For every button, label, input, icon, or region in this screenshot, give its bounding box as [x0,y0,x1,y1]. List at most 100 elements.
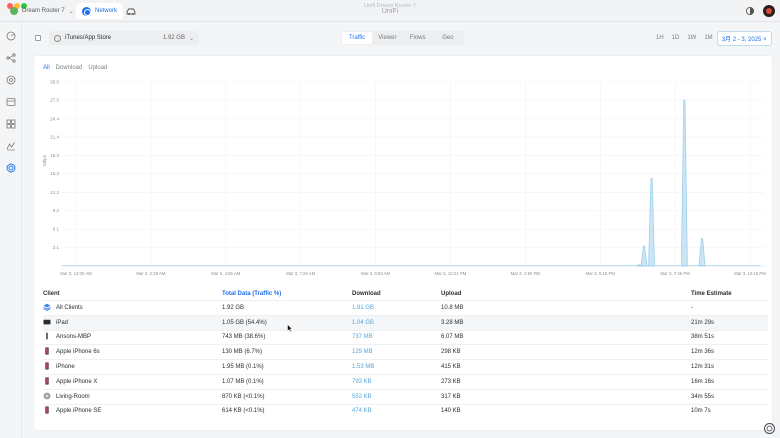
total-data-cell: 1.05 GB (54.4%) [222,319,267,326]
insights-icon[interactable] [6,163,16,173]
time-estimate-cell: 16m 16s [691,378,715,385]
speaker-icon [43,392,51,402]
traffic-spike [698,237,706,267]
filter-all[interactable]: All [43,65,50,71]
upload-cell: 3.28 MB [441,319,464,326]
x-tick-label: Mar 3, 5:18 PM [586,271,616,276]
app-store-icon [54,34,61,42]
download-cell: 474 KB [352,408,372,415]
x-tick-label: Mar 3, 12:21 PM [435,271,467,276]
application-size: 1.92 GB [162,35,185,41]
client-cell: Apple iPhone SE [43,406,101,416]
download-cell: 1.04 GB [352,319,375,326]
table-row[interactable]: iPhone 1.95 MB (0.1%) 1.53 MB 415 KB 12m 31s [43,359,768,374]
phone-icon [43,406,51,416]
upload-cell: 317 KB [441,393,461,400]
upload-cell: 415 KB [441,364,461,371]
time-estimate-cell: 12m 31s [691,364,715,371]
header-upload[interactable]: Upload [441,291,461,297]
download-cell: 793 KB [352,378,372,385]
table-header: Client Total Data (Traffic %) Download U… [43,288,768,300]
date-range-label: 3月 2 - 3, 2025 [721,36,762,43]
title-bar: Dream Router 7 ⌄ Network Unifi Dream Rou… [0,0,780,22]
avatar[interactable] [763,5,775,17]
header-download[interactable]: Download [352,291,381,297]
tab-traffic[interactable]: Traffic [342,32,373,44]
mouse-pointer-icon [287,324,293,332]
range-1m-button[interactable]: 1M [700,35,716,41]
help-button[interactable] [764,423,775,434]
phone-icon [43,362,51,372]
upload-cell: 10.8 MB [441,304,464,311]
clear-date-icon[interactable]: × [763,37,767,43]
statistics-icon[interactable] [6,141,16,151]
download-cell: 1.53 MB [352,364,375,371]
chevron-down-icon: ⌄ [188,35,194,42]
table-row[interactable]: Living-Room 870 KB (<0.1%) 552 KB 317 KB 34m… [43,388,768,404]
client-name: Apple iPhone X [56,378,98,385]
y-tick-label: 27.5 [50,98,59,103]
y-tick-label: 15.3 [50,171,59,176]
time-estimate-cell: 10m 7s [691,408,711,415]
header-total-data[interactable]: Total Data (Traffic %) [222,291,281,297]
table-row[interactable]: Apple iPhone 6s 130 MB (6.7%) 129 MB 298 KB… [43,344,768,359]
client-name: Apple iPhone SE [56,408,102,415]
x-tick-label: Mar 3, 2:50 PM [511,271,541,276]
application-name: iTunes/App Store [65,35,112,41]
y-tick-label: 3.1 [53,245,60,250]
table-row[interactable]: Apple iPhone SE 614 KB (<0.1%) 474 KB 140 K… [43,403,768,419]
time-estimate-cell: 38m 51s [691,334,715,341]
header-time-estimate[interactable]: Time Estimate [691,291,732,297]
total-data-cell: 743 MB (38.6%) [222,334,266,341]
total-data-cell: 870 KB (<0.1%) [222,393,265,400]
topology-icon[interactable] [6,53,16,63]
x-tick-label: Mar 3, 9:53 AM [361,271,391,276]
filter-upload[interactable]: Upload [88,65,107,71]
client-cell: Apple iPhone 6s [43,347,100,357]
client-cell: All Clients [43,303,83,313]
range-1d-button[interactable]: 1D [668,35,684,41]
application-select[interactable]: iTunes/App Store 1.92 GB ⌄ [49,31,199,45]
table-row[interactable]: iPad 1.05 GB (54.4%) 1.04 GB 3.28 MB 21m 29s [43,314,768,330]
time-estimate-cell: 34m 55s [691,393,715,400]
y-tick-label: 6.1 [53,227,60,232]
client-name: iPad [56,319,69,326]
tab-viewer[interactable]: Viewer [372,32,402,44]
range-1h-button[interactable]: 1H [652,35,668,41]
date-range-picker[interactable]: 3月 2 - 3, 2025 × [716,30,772,46]
client-cell: iPad [43,318,68,328]
traffic-spike [640,245,648,267]
phone-icon [43,347,51,357]
select-checkbox[interactable] [35,35,41,41]
direction-filters: All Download Upload [43,65,107,71]
range-1w-button[interactable]: 1W [683,35,700,41]
y-tick-label: 24.4 [50,116,59,121]
upload-cell: 140 KB [441,408,461,415]
download-cell: 129 MB [352,349,373,356]
download-cell: 1.91 GB [352,304,375,311]
table-row[interactable]: All Clients 1.92 GB 1.91 GB 10.8 MB - [43,300,768,315]
client-name: Ansons-MBP [56,334,92,341]
view-tabs: Traffic Viewer Flows Geo [341,31,464,45]
tab-flows[interactable]: Flows [403,32,433,44]
time-estimate-cell: 21m 29s [691,319,715,326]
total-data-cell: 1.07 MB (0.1%) [222,378,264,385]
header-client[interactable]: Client [43,291,60,297]
client-name: All Clients [56,304,83,311]
total-data-cell: 1.95 MB (0.1%) [222,364,264,371]
table-row[interactable]: Ansons-MBP 743 MB (38.6%) 737 MB 6.07 MB 38m… [43,329,768,345]
clients-icon[interactable] [6,97,16,107]
traffic-spike [680,99,688,267]
table-row[interactable]: Apple iPhone X 1.07 MB (0.1%) 793 KB 273 KB… [43,373,768,389]
devices-icon[interactable] [6,75,16,85]
time-range: 1H 1D 1W 1M 3月 2 - 3, 2025 × [652,30,772,46]
y-tick-label: 18.3 [50,153,59,158]
dashboard-icon[interactable] [6,31,16,41]
filter-download[interactable]: Download [56,65,83,71]
theme-toggle-icon[interactable] [745,6,755,16]
y-tick-label: 21.4 [50,134,59,139]
apps-grid-icon[interactable] [6,119,16,129]
tab-geo[interactable]: Geo [433,32,463,44]
tablet-icon [43,318,51,328]
phone-icon [43,377,51,387]
